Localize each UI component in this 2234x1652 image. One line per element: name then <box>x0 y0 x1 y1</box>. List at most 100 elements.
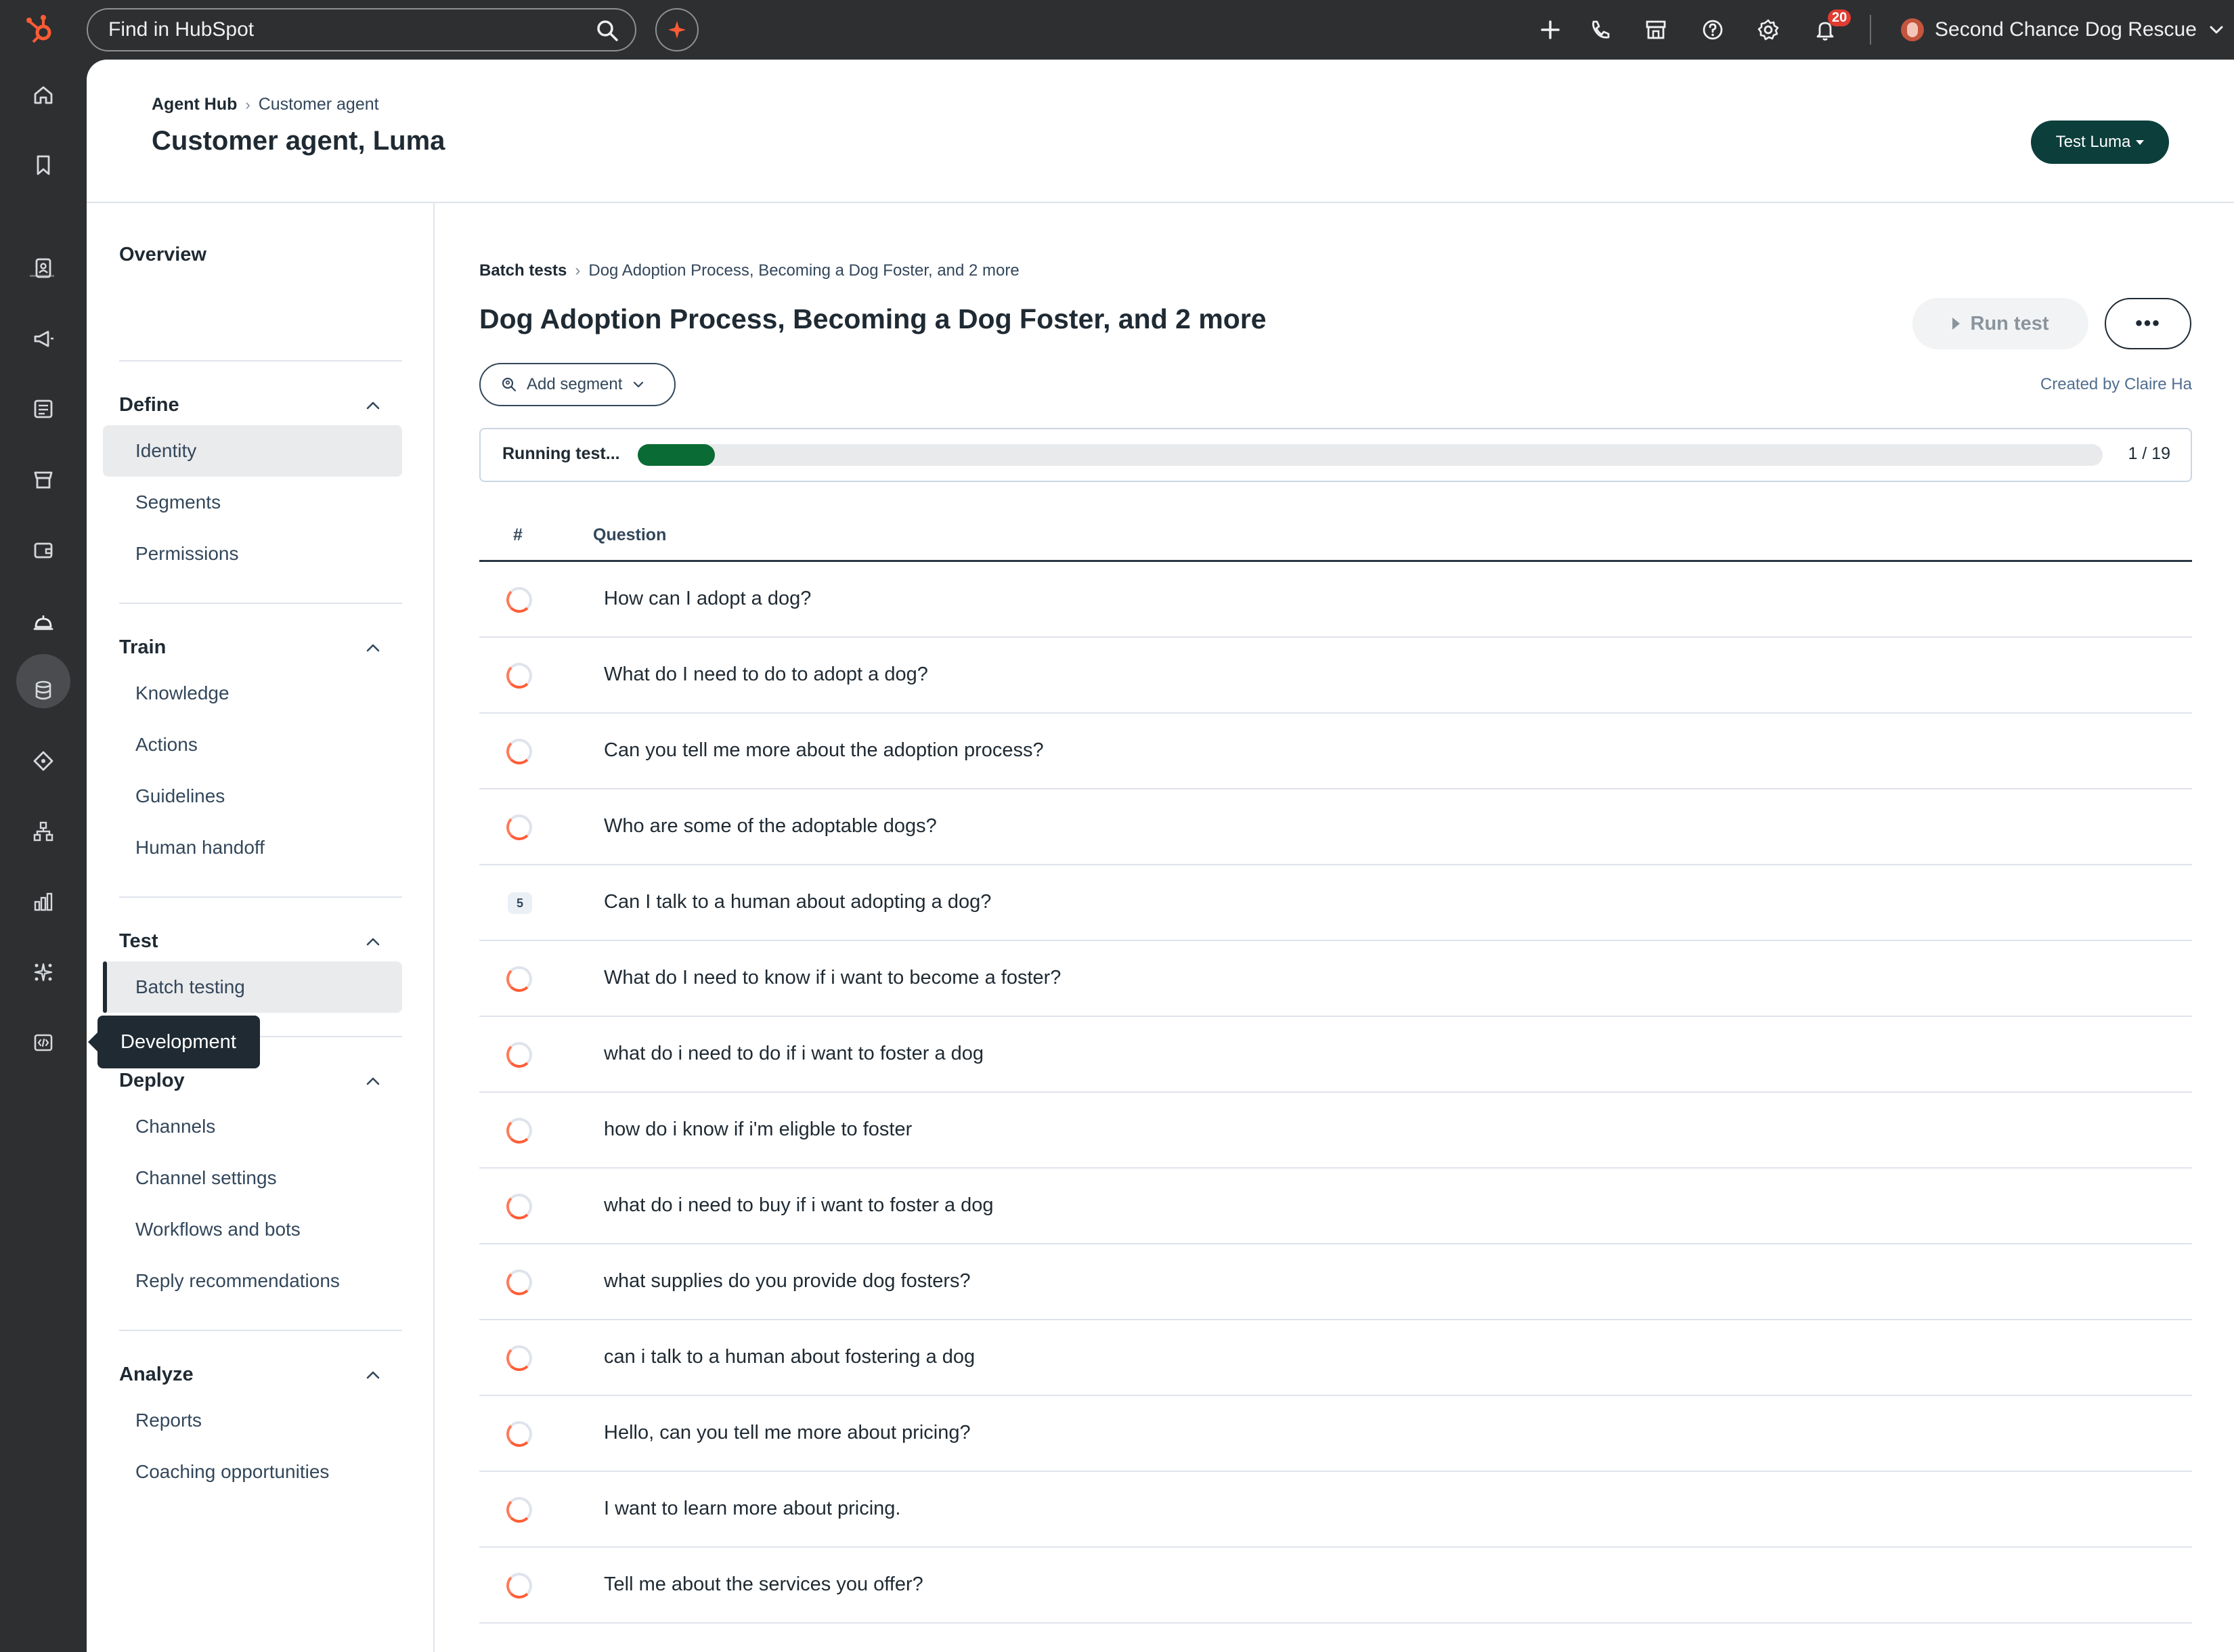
marketplace-icon[interactable] <box>1642 16 1669 43</box>
left-navigation-rail <box>0 60 87 1652</box>
development-icon[interactable] <box>30 1029 57 1056</box>
section-test-title[interactable]: Test <box>119 930 158 953</box>
content-breadcrumb: Batch tests › Dog Adoption Process, Beco… <box>479 261 1020 280</box>
sidebar-item-workflows-and-bots[interactable]: Workflows and bots <box>103 1204 402 1255</box>
loading-spinner-icon <box>506 1421 532 1447</box>
account-avatar <box>1901 18 1924 41</box>
sidebar-item-human-handoff[interactable]: Human handoff <box>103 822 402 873</box>
marketing-icon[interactable] <box>30 325 57 352</box>
run-test-label: Run test <box>1970 312 2049 334</box>
automation-icon[interactable] <box>30 747 57 775</box>
commerce-icon[interactable] <box>30 466 57 493</box>
breadcrumb-test-name: Dog Adoption Process, Becoming a Dog Fos… <box>588 261 1020 280</box>
progress-bar <box>638 444 2103 466</box>
search-icon[interactable] <box>596 19 619 42</box>
loading-spinner-icon <box>506 663 532 689</box>
breadcrumb: Agent Hub › Customer agent <box>152 95 379 114</box>
sidebar-item-overview[interactable]: Overview <box>119 244 206 266</box>
development-tooltip: Development <box>88 1016 260 1068</box>
main-panel: Agent Hub › Customer agent Customer agen… <box>87 60 2234 1652</box>
sidebar-item-coaching-opportunities[interactable]: Coaching opportunities <box>103 1446 402 1498</box>
question-text: Tell me about the services you offer? <box>604 1573 923 1595</box>
chevron-down-icon <box>2210 26 2223 34</box>
sidebar-item-guidelines[interactable]: Guidelines <box>103 770 402 822</box>
data-icon[interactable] <box>30 677 57 704</box>
table-row[interactable]: Can you tell me more about the adoption … <box>479 714 2192 789</box>
sidebar-item-identity[interactable]: Identity <box>103 425 402 477</box>
run-test-button[interactable]: Run test <box>1912 298 2088 349</box>
contacts-icon[interactable] <box>30 255 57 282</box>
page-title: Customer agent, Luma <box>152 126 445 156</box>
table-row[interactable]: What do I need to do to adopt a dog? <box>479 638 2192 714</box>
table-row[interactable]: Who are some of the adoptable dogs? <box>479 789 2192 865</box>
chevron-up-icon[interactable] <box>364 639 382 657</box>
chevron-up-icon[interactable] <box>364 397 382 414</box>
settings-icon[interactable] <box>1755 16 1782 43</box>
sidebar-item-batch-testing[interactable]: Batch testing <box>103 961 402 1013</box>
loading-spinner-icon <box>506 1269 532 1295</box>
loading-spinner-icon <box>506 1345 532 1371</box>
breadcrumb-agent-hub[interactable]: Agent Hub <box>152 95 237 114</box>
global-search-input[interactable]: Find in HubSpot <box>87 8 636 51</box>
table-row[interactable]: What do I need to know if i want to beco… <box>479 941 2192 1017</box>
sidebar-item-actions[interactable]: Actions <box>103 719 402 770</box>
bookmark-icon[interactable] <box>30 152 57 179</box>
table-row[interactable]: 5 Can I talk to a human about adopting a … <box>479 865 2192 941</box>
breadcrumb-batch-tests[interactable]: Batch tests <box>479 261 567 280</box>
breeze-icon[interactable] <box>30 959 57 986</box>
account-menu[interactable]: Second Chance Dog Rescue <box>1901 14 2225 46</box>
sidebar-item-segments[interactable]: Segments <box>103 477 402 528</box>
table-row[interactable]: what do i need to do if i want to foster… <box>479 1017 2192 1093</box>
test-luma-button[interactable]: Test Luma <box>2031 121 2169 164</box>
chevron-up-icon[interactable] <box>364 1366 382 1384</box>
tooltip-text: Development <box>121 1030 236 1053</box>
account-name: Second Chance Dog Rescue <box>1935 18 2197 41</box>
phone-icon[interactable] <box>1587 16 1614 43</box>
question-text: How can I adopt a dog? <box>604 588 812 609</box>
loading-spinner-icon <box>506 814 532 840</box>
home-icon[interactable] <box>30 81 57 108</box>
add-segment-button[interactable]: Add segment <box>479 363 676 406</box>
more-actions-button[interactable]: ••• <box>2105 298 2191 349</box>
search-placeholder: Find in HubSpot <box>108 18 255 41</box>
page-header: Agent Hub › Customer agent Customer agen… <box>87 60 2234 203</box>
hubspot-logo-icon[interactable] <box>24 14 57 46</box>
batch-test-title: Dog Adoption Process, Becoming a Dog Fos… <box>479 303 1267 334</box>
table-row[interactable]: what supplies do you provide dog fosters… <box>479 1244 2192 1320</box>
section-deploy-title[interactable]: Deploy <box>119 1070 185 1092</box>
row-number-badge: 5 <box>508 892 532 914</box>
top-navigation-bar: Find in HubSpot 20 Second Chance Dog Res… <box>0 0 2234 60</box>
table-row[interactable]: I want to learn more about pricing. <box>479 1472 2192 1548</box>
sidebar-divider <box>119 896 402 898</box>
chevron-up-icon[interactable] <box>364 933 382 951</box>
sidebar-item-channel-settings[interactable]: Channel settings <box>103 1152 402 1204</box>
loading-spinner-icon <box>506 1118 532 1144</box>
org-chart-icon[interactable] <box>30 818 57 845</box>
table-row[interactable]: how do i know if i'm eligble to foster <box>479 1093 2192 1169</box>
sidebar-item-channels[interactable]: Channels <box>103 1101 402 1152</box>
section-train-title[interactable]: Train <box>119 636 166 659</box>
sidebar-item-permissions[interactable]: Permissions <box>103 528 402 580</box>
batch-test-content: Batch tests › Dog Adoption Process, Beco… <box>479 203 2192 1652</box>
wallet-icon[interactable] <box>30 536 57 563</box>
table-row[interactable]: what do i need to buy if i want to foste… <box>479 1169 2192 1244</box>
help-icon[interactable] <box>1699 16 1726 43</box>
table-row[interactable]: Tell me about the services you offer? <box>479 1548 2192 1624</box>
question-text: what do i need to buy if i want to foste… <box>604 1194 994 1216</box>
content-icon[interactable] <box>30 395 57 422</box>
sidebar-item-reports[interactable]: Reports <box>103 1395 402 1446</box>
copilot-button[interactable] <box>655 8 699 51</box>
sidebar-item-knowledge[interactable]: Knowledge <box>103 668 402 719</box>
table-row[interactable]: How can I adopt a dog? <box>479 562 2192 638</box>
agent-sidebar: Overview Define Identity Segments Permis… <box>87 203 435 1652</box>
sidebar-item-reply-recommendations[interactable]: Reply recommendations <box>103 1255 402 1307</box>
table-row[interactable]: can i talk to a human about fostering a … <box>479 1320 2192 1396</box>
section-define-title[interactable]: Define <box>119 394 179 416</box>
table-row[interactable]: Hello, can you tell me more about pricin… <box>479 1396 2192 1472</box>
reporting-icon[interactable] <box>30 888 57 915</box>
service-icon[interactable] <box>30 608 57 635</box>
section-analyze-title[interactable]: Analyze <box>119 1364 194 1386</box>
plus-icon[interactable] <box>1537 16 1564 43</box>
loading-spinner-icon <box>506 1573 532 1599</box>
chevron-up-icon[interactable] <box>364 1072 382 1090</box>
